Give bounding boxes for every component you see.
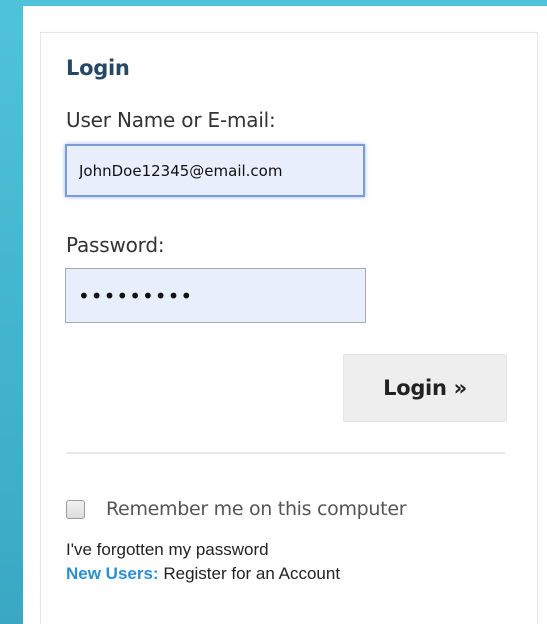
username-input[interactable] [65,144,365,197]
login-heading: Login [66,56,130,80]
register-link[interactable]: Register for an Account [159,564,340,583]
login-button[interactable]: Login » [343,354,507,422]
divider [66,452,505,454]
password-input[interactable] [65,268,366,323]
username-label: User Name or E-mail: [66,108,276,132]
forgot-password-link[interactable]: I've forgotten my password [66,540,269,560]
new-users-label: New Users: [66,564,159,583]
remember-me-checkbox[interactable] [66,500,85,519]
remember-me-label[interactable]: Remember me on this computer [106,498,407,520]
new-users-line: New Users: Register for an Account [66,564,340,584]
password-label: Password: [66,233,165,257]
